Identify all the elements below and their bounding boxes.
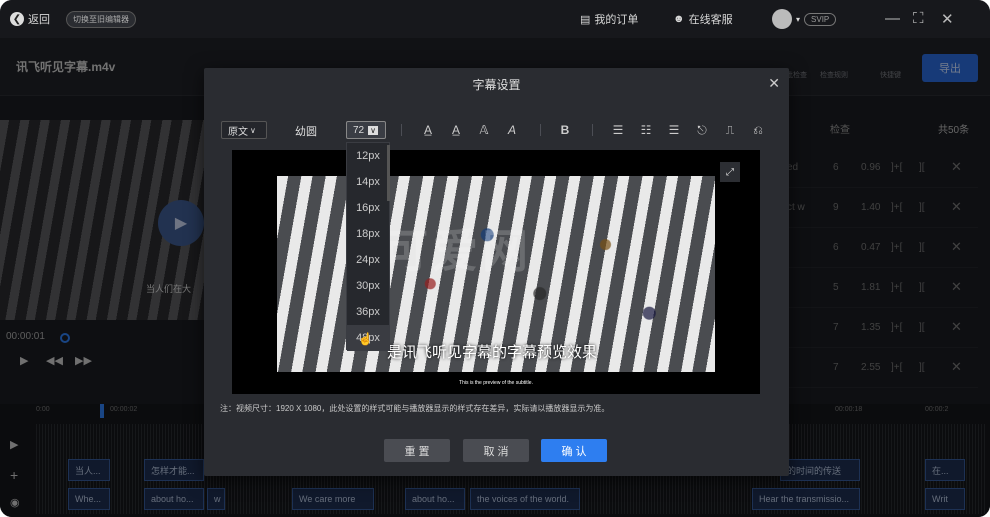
font-size-option[interactable]: 12px	[347, 143, 389, 169]
cancel-button[interactable]: 取 消	[463, 439, 529, 462]
language-select[interactable]: 原文 ∨	[221, 121, 267, 139]
font-size-select[interactable]: 72 ∨	[346, 121, 386, 139]
back-label: 返回	[28, 14, 50, 26]
chevron-down-icon: ∨	[368, 125, 378, 135]
align-center-icon[interactable]: ☷	[637, 121, 655, 139]
text-italic-icon[interactable]: A	[503, 121, 521, 139]
font-size-option[interactable]: 14px	[347, 169, 389, 195]
chevron-down-icon: ▾	[796, 14, 801, 24]
text-shadow-icon[interactable]: 𝔸	[475, 121, 493, 139]
font-size-option[interactable]: 18px	[347, 221, 389, 247]
pointer-cursor-icon: ☝	[358, 332, 373, 346]
bold-icon[interactable]: B	[556, 121, 574, 139]
size-note: 注：视频尺寸：1920 X 1080，此处设置的样式可能与播放器显示的样式存在差…	[220, 404, 610, 413]
service-label: 在线客服	[688, 14, 733, 26]
back-button[interactable]: ❮ 返回	[10, 0, 50, 38]
watermark: 可爱网	[382, 225, 532, 277]
divider	[401, 124, 402, 136]
align-bottom-icon[interactable]: ⎌	[749, 121, 767, 139]
switch-editor-button[interactable]: 切换至旧编辑器	[66, 0, 136, 38]
user-menu[interactable]: ▾ SVIP	[772, 0, 837, 38]
top-bar: ❮ 返回 切换至旧编辑器 ▤ 我的订单 ☻ 在线客服 ▾ SVIP — ⛶ ✕	[0, 0, 990, 38]
avatar	[772, 9, 792, 29]
text-outline-icon[interactable]: A̲	[419, 121, 437, 139]
font-size-option[interactable]: 16px	[347, 195, 389, 221]
reset-button[interactable]: 重 置	[384, 439, 450, 462]
font-size-option[interactable]: 30px	[347, 273, 389, 299]
minimize-icon[interactable]: —	[885, 10, 900, 27]
preview-subtitle-translation: This is the preview of the subtitle.	[459, 380, 533, 386]
preview-subtitle-text: 是讯飞听见字幕的字幕预览效果	[387, 344, 598, 361]
subtitle-settings-dialog: 字幕设置 ✕ 原文 ∨ 幼圆 72 ∨ A̲ A̲ 𝔸 A B ☰ ☷ ☰ ⎋ …	[204, 68, 789, 476]
align-left-icon[interactable]: ☰	[609, 121, 627, 139]
align-right-icon[interactable]: ☰	[665, 121, 683, 139]
service-icon: ☻	[673, 13, 685, 25]
editor-app: ❮ 返回 切换至旧编辑器 ▤ 我的订单 ☻ 在线客服 ▾ SVIP — ⛶ ✕ …	[0, 0, 990, 517]
svip-badge: SVIP	[804, 12, 837, 26]
divider	[592, 124, 593, 136]
close-icon[interactable]: ✕	[768, 75, 780, 92]
font-name-select[interactable]: 幼圆	[295, 123, 317, 139]
back-arrow-icon: ❮	[10, 12, 24, 26]
font-size-dropdown: 12px 14px 16px 18px 24px 30px 36px 48px	[346, 142, 390, 351]
maximize-icon[interactable]: ⛶	[913, 10, 924, 27]
confirm-button[interactable]: 确 认	[541, 439, 607, 462]
divider	[540, 124, 541, 136]
font-size-value: 72	[353, 124, 365, 136]
font-size-option[interactable]: 24px	[347, 247, 389, 273]
subtitle-preview: 可爱网 是讯飞听见字幕的字幕预览效果 This is the preview o…	[232, 150, 760, 394]
my-orders-link[interactable]: ▤ 我的订单	[580, 0, 638, 38]
switch-editor-label: 切换至旧编辑器	[66, 10, 136, 28]
chevron-down-icon: ∨	[250, 125, 256, 135]
dropdown-scrollbar[interactable]	[387, 145, 390, 201]
orders-icon: ▤	[580, 13, 591, 26]
dialog-title: 字幕设置	[472, 78, 521, 92]
align-middle-icon[interactable]: ⎍	[721, 121, 739, 139]
expand-icon[interactable]: ⤢	[720, 162, 740, 182]
text-underline-icon[interactable]: A̲	[447, 121, 465, 139]
language-label: 原文	[228, 126, 248, 138]
online-service-link[interactable]: ☻ 在线客服	[673, 0, 733, 38]
font-size-option[interactable]: 36px	[347, 299, 389, 325]
align-top-icon[interactable]: ⎋	[693, 121, 711, 139]
close-icon[interactable]: ✕	[941, 10, 954, 28]
orders-label: 我的订单	[594, 14, 639, 26]
